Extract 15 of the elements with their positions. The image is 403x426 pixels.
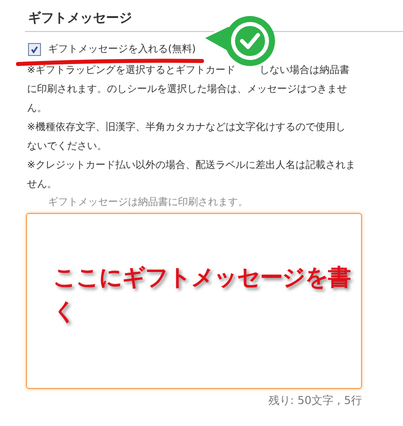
note-text: ※ギフトラッピングを選択するとギフトカード bbox=[27, 64, 236, 76]
note-text: ないでください。 bbox=[27, 140, 107, 152]
message-field[interactable] bbox=[26, 213, 362, 389]
hint-text: ギフトメッセージは納品書に印刷されます。 bbox=[47, 196, 249, 210]
annotation-text: ここにギフトメッセージを書く bbox=[53, 264, 352, 327]
note-text: ※機種依存文字、旧漢字、半角カタカナなどは文字化けするので使用し bbox=[27, 120, 346, 134]
note-text: ん。 bbox=[27, 102, 47, 114]
checkbox[interactable] bbox=[28, 42, 41, 56]
note-text: ※クレジットカード払い以外の場合、配送ラベルに差出人名は記載されま bbox=[27, 158, 356, 172]
note-text: せん。 bbox=[27, 178, 57, 190]
note-text: しない場合は納品書 bbox=[259, 64, 350, 76]
checkbox-label: ギフトメッセージを入れる(無料) bbox=[48, 42, 196, 56]
section-title: ギフトメッセージ bbox=[27, 10, 133, 28]
remaining-counter: 残り: 50文字 , 5行 bbox=[267, 393, 362, 408]
note-text: に印刷されます。のしシールを選択した場合は、メッセージはつきませ bbox=[27, 82, 347, 96]
